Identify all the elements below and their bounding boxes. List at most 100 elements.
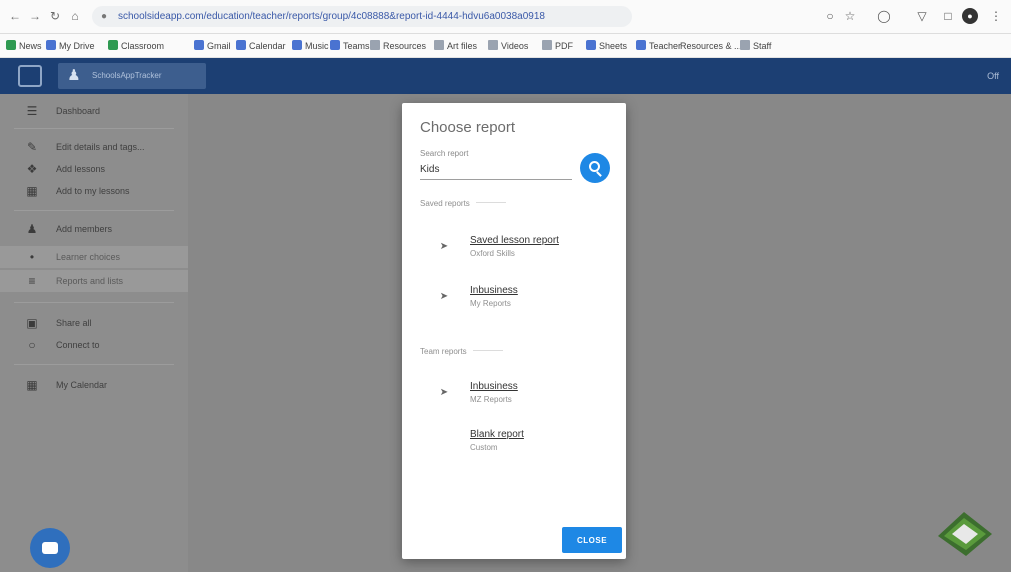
watermark-logo [938,512,992,556]
bookmark-icon [292,40,302,50]
bookmark-item[interactable]: Staff [740,39,771,53]
bookmark-icon [46,40,56,50]
search-label: Search report [420,149,469,158]
bookmark-item[interactable]: Music [292,39,329,53]
star-icon[interactable]: ☆ [842,8,858,24]
bookmark-item[interactable]: Resources & ... [680,39,742,53]
sidebar-item-add-members[interactable]: ♟ Add members [0,218,188,240]
chart-icon: ≡ [28,274,36,288]
calendar-icon: ▦ [26,184,38,198]
chat-button[interactable] [30,528,70,568]
folder-icon [370,40,380,50]
bookmark-item[interactable]: Videos [488,39,528,53]
puzzle-icon: ❖ [26,162,38,176]
pin-icon: ➤ [439,291,449,302]
browser-toolbar: ← → ↻ ⌂ ● schoolsideapp.com/education/te… [0,0,1011,34]
report-item[interactable]: Blank report Custom [432,425,592,465]
sidebar-item-reports[interactable]: ≡ Reports and lists [0,270,188,292]
bookmark-icon [330,40,340,50]
report-source: Custom [470,443,498,452]
report-source: My Reports [470,299,511,308]
bookmark-icon [586,40,596,50]
bookmark-icon [236,40,246,50]
sidebar-item-share[interactable]: ▣ Share all [0,312,188,334]
sidebar-divider [14,210,174,211]
app-logo-text: SchoolsAppTracker [92,72,162,80]
bookmark-item[interactable]: My Drive [46,39,95,53]
pencil-icon: ✎ [26,140,38,154]
app-menu-button[interactable] [18,65,42,87]
sidebar-item-add-lessons[interactable]: ❖ Add lessons [0,158,188,180]
app-header: ♟ SchoolsAppTracker Off [0,58,1011,94]
bookmark-icon [108,40,118,50]
report-name[interactable]: Inbusiness [470,285,518,296]
section-header-team: Team reports [420,347,503,356]
zoom-icon[interactable]: ○ [822,8,838,24]
reload-icon[interactable]: ↻ [48,9,62,23]
bookmark-item[interactable]: PDF [542,39,573,53]
extension-icon[interactable]: ◯ [876,8,892,24]
bookmarks-bar: News My Drive Classroom Gmail Calendar M… [0,34,1011,58]
section-header-saved: Saved reports [420,199,506,208]
pin-icon: ➤ [439,387,449,398]
people-icon: ♟ [26,222,38,236]
report-name[interactable]: Blank report [470,429,524,440]
filter-icon[interactable]: ▽ [914,8,930,24]
report-name[interactable]: Saved lesson report [470,235,559,246]
share-icon: ▣ [26,316,38,330]
bookmark-item[interactable]: Sheets [586,39,627,53]
bookmark-item[interactable]: News [6,39,42,53]
search-icon [589,161,600,172]
sidebar-item-learner-choices[interactable]: • Learner choices [0,246,188,268]
sidebar-divider [14,364,174,365]
home-icon[interactable]: ⌂ [68,9,82,23]
bookmark-item[interactable]: Teams [330,39,370,53]
dot-icon: • [29,250,35,264]
choose-report-dialog: Choose report Search report Saved report… [402,103,626,559]
report-item[interactable]: ➤ Inbusiness MZ Reports [432,377,592,417]
folder-icon [434,40,444,50]
chat-icon [42,542,58,554]
sidebar-item-calendar[interactable]: ▦ My Calendar [0,374,188,396]
report-source: Oxford Skills [470,249,515,258]
profile-avatar[interactable]: ● [962,8,978,24]
user-menu[interactable]: Off [987,71,999,81]
sidebar-item-edit-details[interactable]: ✎ Edit details and tags... [0,136,188,158]
back-icon[interactable]: ← [8,9,22,23]
url-text: schoolsideapp.com/education/teacher/repo… [118,11,545,22]
report-item[interactable]: ➤ Saved lesson report Oxford Skills [432,231,592,271]
bookmark-icon [636,40,646,50]
address-bar[interactable]: ● schoolsideapp.com/education/teacher/re… [92,6,632,27]
report-name[interactable]: Inbusiness [470,381,518,392]
menu-icon: ☰ [26,104,38,118]
report-item[interactable]: ➤ Inbusiness My Reports [432,281,592,321]
sidebar-item-connect[interactable]: ○ Connect to [0,334,188,356]
bookmark-item[interactable]: Teacher [636,39,681,53]
forward-icon[interactable]: → [28,9,42,23]
bookmark-item[interactable]: Gmail [194,39,231,53]
search-button[interactable] [580,153,610,183]
sidebar-item-add-to-my-lessons[interactable]: ▦ Add to my lessons [0,180,188,202]
sidebar-item-dashboard[interactable]: ☰ Dashboard [0,100,188,122]
bookmark-item[interactable]: Resources [370,39,426,53]
bookmark-item[interactable]: Calendar [236,39,286,53]
close-button[interactable]: CLOSE [562,527,622,553]
bookmark-item[interactable]: Classroom [108,39,164,53]
sidebar-divider [14,302,174,303]
bookmark-item[interactable]: Art files [434,39,477,53]
sidebar-divider [14,128,174,129]
report-source: MZ Reports [470,395,512,404]
calendar-icon: ▦ [26,378,38,392]
bookmark-icon [6,40,16,50]
window-icon[interactable]: □ [940,8,956,24]
folder-icon [488,40,498,50]
lock-icon: ● [101,11,108,22]
bookmark-icon [194,40,204,50]
search-input[interactable] [420,160,572,180]
copy-icon: ○ [28,338,36,352]
pin-icon: ➤ [439,241,449,252]
folder-icon [740,40,750,50]
more-vert-icon[interactable]: ⋮ [988,8,1004,24]
folder-icon [542,40,552,50]
sidebar: ☰ Dashboard ✎ Edit details and tags... ❖… [0,94,188,572]
